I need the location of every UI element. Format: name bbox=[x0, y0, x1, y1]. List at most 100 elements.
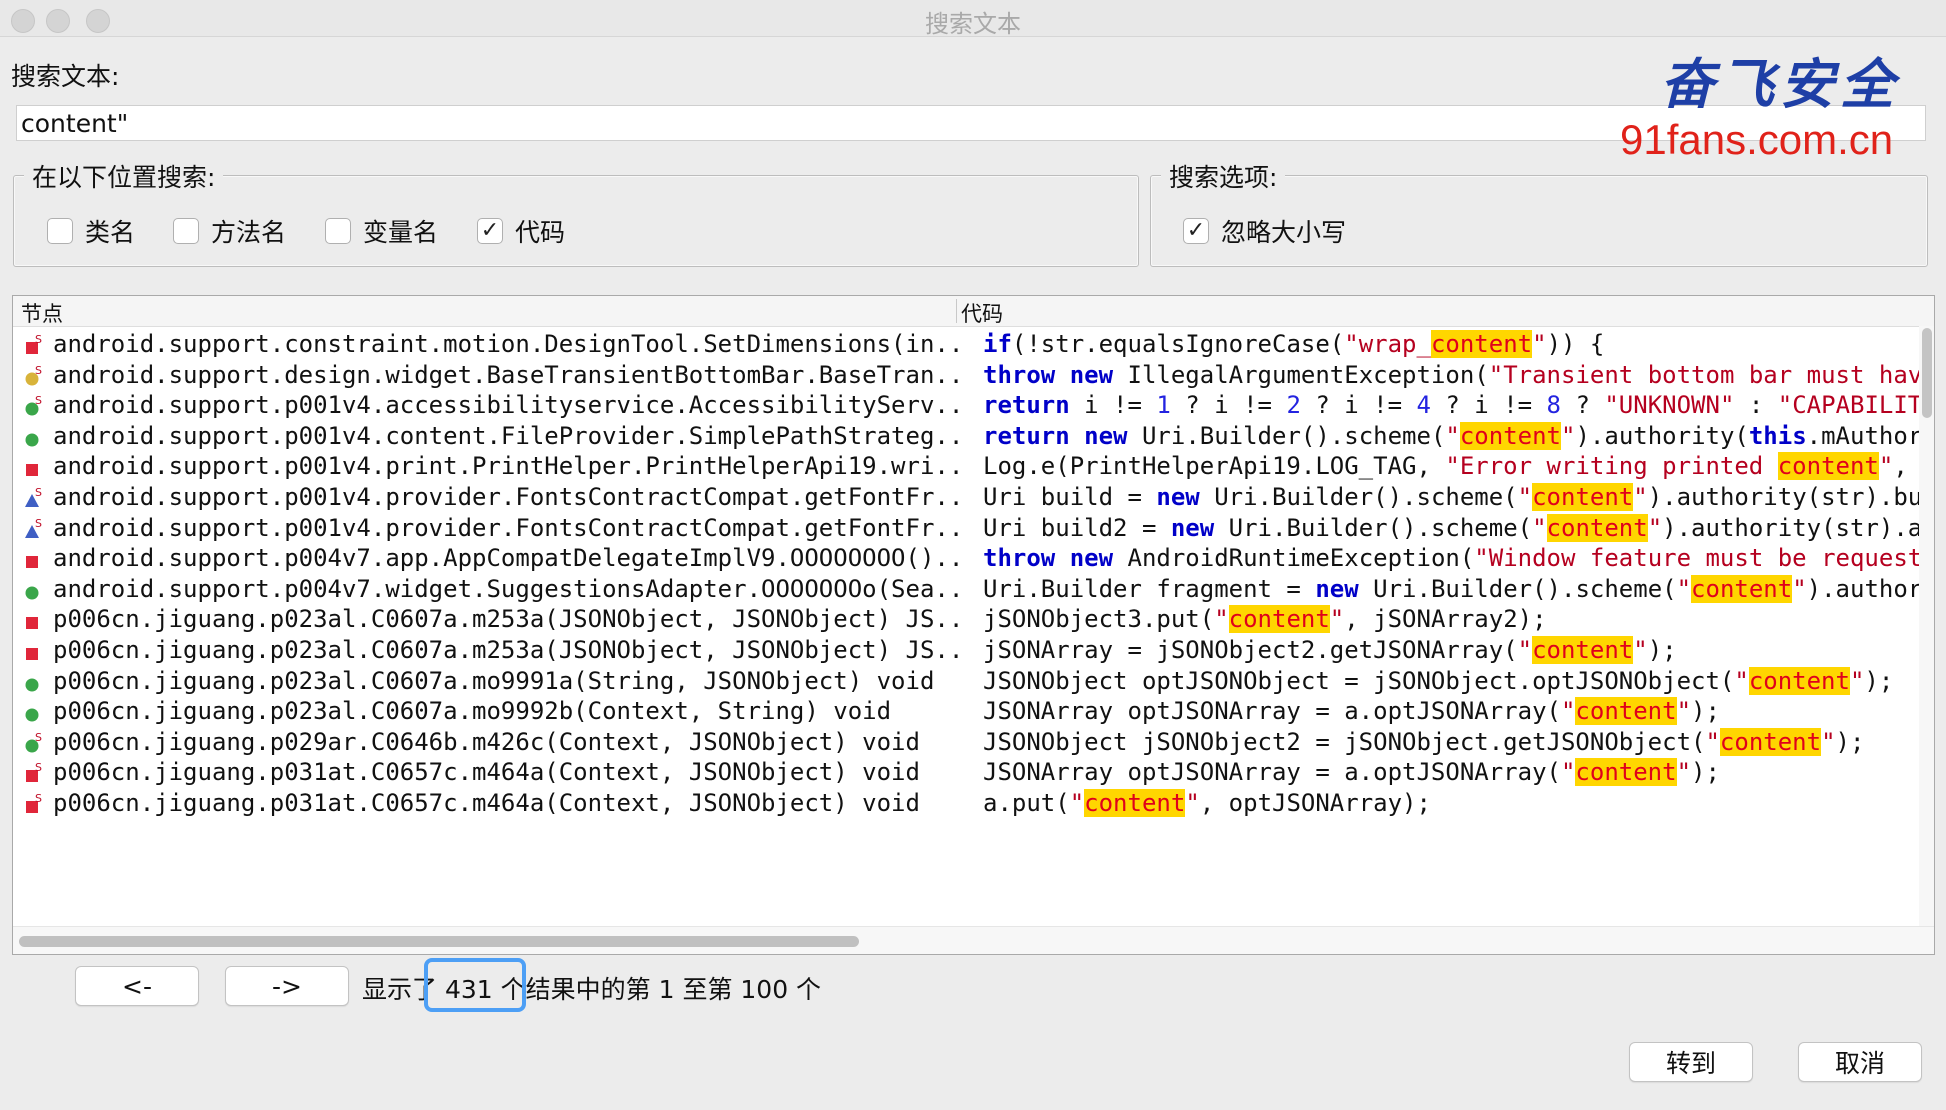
code-token: .mAuthori bbox=[1806, 421, 1919, 450]
cancel-button[interactable]: 取消 bbox=[1798, 1042, 1922, 1082]
code-cell: Uri.Builder fragment = new Uri.Builder()… bbox=[983, 574, 1919, 603]
title-bar: 搜索文本 bbox=[0, 0, 1946, 38]
goto-button[interactable]: 转到 bbox=[1629, 1042, 1753, 1082]
horizontal-scroll-thumb[interactable] bbox=[19, 936, 859, 947]
svg-text:S: S bbox=[35, 732, 42, 744]
code-token: Uri.Builder().scheme( bbox=[1214, 513, 1533, 542]
code-cell: jSONArray = jSONObject2.getJSONArray("co… bbox=[983, 636, 1919, 664]
code-token: " bbox=[1849, 666, 1865, 695]
checkbox-code-box[interactable]: ✓ bbox=[477, 218, 503, 244]
node-cell: android.support.p004v7.widget.Suggestion… bbox=[53, 574, 968, 603]
code-token: " bbox=[1445, 421, 1460, 450]
code-token: Uri.Builder fragment = bbox=[983, 574, 1316, 603]
prev-page-button[interactable]: <- bbox=[75, 966, 199, 1006]
code-token: if bbox=[983, 330, 1012, 358]
checkbox-method-name[interactable]: 方法名 bbox=[173, 213, 286, 249]
code-token: "Window feature must be requeste bbox=[1474, 544, 1919, 573]
method-icon bbox=[25, 433, 39, 447]
static-method-icon: S bbox=[26, 762, 42, 783]
checkbox-variable-name-box[interactable] bbox=[325, 218, 351, 244]
code-token: ).authority( bbox=[1575, 421, 1749, 450]
match-highlight: content bbox=[1430, 330, 1533, 358]
code-token: " bbox=[1532, 330, 1547, 358]
code-token: new bbox=[1084, 421, 1128, 450]
node-cell: p006cn.jiguang.p031at.C0657c.m464a(Conte… bbox=[53, 758, 920, 787]
vertical-scrollbar[interactable] bbox=[1919, 326, 1934, 926]
code-token: " bbox=[1792, 574, 1807, 603]
column-separator[interactable] bbox=[956, 299, 957, 323]
code-token: new bbox=[1069, 544, 1114, 573]
code-token: i != bbox=[1069, 391, 1157, 420]
code-token: "CAPABILITY bbox=[1777, 391, 1919, 420]
static-method-icon: S bbox=[25, 365, 42, 386]
code-token: ).authori bbox=[1806, 574, 1919, 603]
code-cell: return i != 1 ? i != 2 ? i != 4 ? i != 8… bbox=[983, 391, 1919, 419]
code-token: ? i != bbox=[1300, 391, 1417, 420]
static-method-icon: S bbox=[26, 793, 42, 813]
column-header-code[interactable]: 代码 bbox=[961, 298, 1003, 328]
code-cell: throw new IllegalArgumentException("Tran… bbox=[983, 361, 1919, 389]
code-token: , optJSONArray); bbox=[1199, 789, 1431, 817]
code-token: new bbox=[1315, 574, 1359, 603]
column-header-node[interactable]: 节点 bbox=[21, 298, 63, 328]
code-token: "UNKNOWN" bbox=[1604, 391, 1735, 420]
code-token: Log.e(PrintHelperApi19.LOG_TAG, bbox=[983, 452, 1446, 481]
results-header: 节点 代码 bbox=[13, 296, 1934, 327]
code-token: throw bbox=[983, 360, 1056, 389]
checkbox-code-label: 代码 bbox=[515, 218, 566, 247]
code-token: new bbox=[1170, 513, 1215, 542]
code-token: Uri.Builder().scheme( bbox=[1358, 574, 1677, 603]
method-icon bbox=[25, 678, 39, 692]
vertical-scroll-thumb[interactable] bbox=[1922, 328, 1932, 418]
code-token: 8 bbox=[1546, 391, 1561, 420]
code-token: , t bbox=[1893, 452, 1919, 481]
code-token: " bbox=[1705, 727, 1720, 756]
checkbox-ignore-case[interactable]: ✓ 忽略大小写 bbox=[1183, 213, 1346, 249]
checkbox-ignore-case-box[interactable]: ✓ bbox=[1183, 218, 1209, 244]
checkbox-ignore-case-label: 忽略大小写 bbox=[1221, 218, 1347, 247]
match-highlight: content bbox=[1748, 666, 1850, 695]
code-cell: Uri build2 = new Uri.Builder().scheme("c… bbox=[983, 513, 1919, 542]
code-token: Uri.Builder().scheme( bbox=[1199, 483, 1518, 511]
checkbox-class-name-box[interactable] bbox=[47, 218, 73, 244]
next-page-button[interactable]: -> bbox=[225, 966, 349, 1006]
checkbox-method-name-box[interactable] bbox=[173, 218, 199, 244]
checkbox-variable-name[interactable]: 变量名 bbox=[325, 213, 438, 249]
code-cell: JSONObject jSONObject2 = jSONObject.getJ… bbox=[983, 727, 1919, 756]
code-token: , jSONArray2); bbox=[1344, 605, 1547, 634]
code-token: " bbox=[1676, 574, 1692, 603]
search-label: 搜索文本: bbox=[11, 62, 120, 91]
code-token: " bbox=[1633, 483, 1648, 511]
svg-text:S: S bbox=[35, 762, 42, 774]
code-token: " bbox=[1185, 789, 1200, 817]
code-token: JSONArray optJSONArray = a.optJSONArray( bbox=[983, 758, 1561, 787]
code-token: ); bbox=[1647, 636, 1677, 664]
method-icon bbox=[25, 708, 39, 722]
checkbox-class-name[interactable]: 类名 bbox=[47, 213, 135, 249]
code-token: " bbox=[1517, 636, 1533, 664]
horizontal-scrollbar[interactable] bbox=[13, 926, 1934, 954]
checkbox-method-name-label: 方法名 bbox=[211, 218, 287, 247]
code-token: " bbox=[1878, 452, 1894, 481]
code-token: jSONArray = jSONObject2.getJSONArray( bbox=[983, 636, 1518, 664]
code-token: ).authority(str).ap bbox=[1662, 513, 1919, 542]
code-token: 1 bbox=[1156, 391, 1171, 420]
match-highlight: content bbox=[1777, 452, 1879, 481]
table-row[interactable]: Sp006cn.jiguang.p031at.C0657c.m464a(Cont… bbox=[13, 785, 1919, 823]
node-cell: p006cn.jiguang.p023al.C0607a.mo9991a(Str… bbox=[53, 666, 935, 695]
code-token: ).authority(str).bui bbox=[1647, 483, 1919, 511]
match-highlight: content bbox=[1459, 421, 1562, 450]
watermark-url: 91fans.com.cn bbox=[1620, 116, 1894, 163]
checkbox-code[interactable]: ✓ 代码 bbox=[477, 213, 565, 249]
code-token: " bbox=[1647, 513, 1663, 542]
code-token: return bbox=[983, 391, 1070, 420]
svg-text:S: S bbox=[35, 518, 42, 530]
code-token: AndroidRuntimeException( bbox=[1113, 544, 1475, 573]
node-cell: p006cn.jiguang.p031at.C0657c.m464a(Conte… bbox=[53, 789, 920, 817]
static-method-icon: S bbox=[25, 732, 42, 753]
code-token: " bbox=[1329, 605, 1345, 634]
code-token: " bbox=[1069, 789, 1085, 817]
code-token: " bbox=[1821, 727, 1836, 756]
